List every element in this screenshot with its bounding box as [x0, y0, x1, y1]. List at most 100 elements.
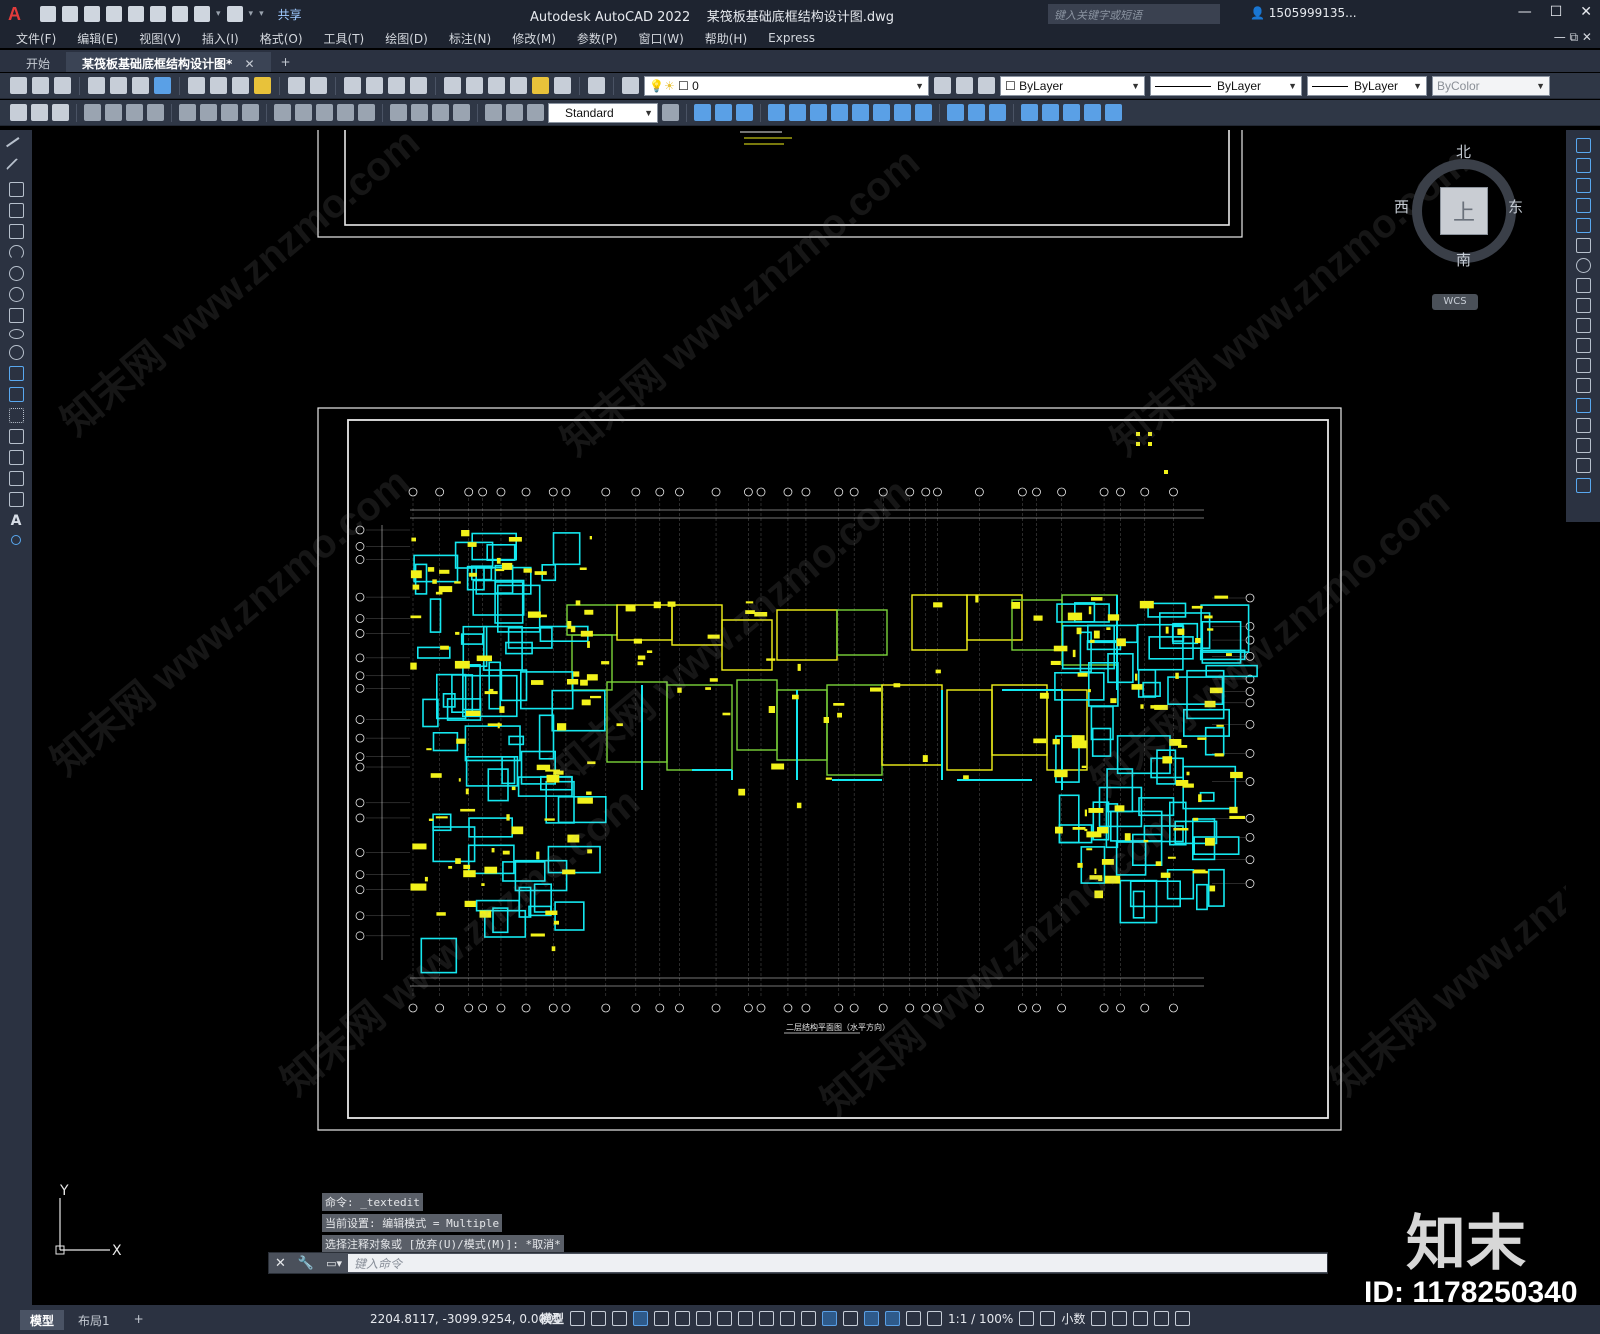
menu-format[interactable]: 格式(O) [260, 30, 303, 47]
menu-draw[interactable]: 绘图(D) [385, 30, 428, 47]
close-command-line-icon[interactable]: ✕ [275, 1256, 286, 1271]
make-current-layer-icon[interactable] [934, 77, 951, 94]
radius-dimension-icon[interactable] [179, 104, 196, 121]
edit-polyline-icon[interactable] [1084, 104, 1101, 121]
diameter-dimension-icon[interactable] [221, 104, 238, 121]
redo-caret-icon[interactable]: ▾ [249, 9, 254, 19]
point-icon[interactable] [8, 408, 24, 423]
edit-spline-icon[interactable] [1105, 104, 1122, 121]
ellipse-arc-icon[interactable] [8, 345, 24, 360]
explode-icon[interactable] [1063, 104, 1080, 121]
customization-icon[interactable] [1175, 1311, 1191, 1326]
offset-icon[interactable] [1575, 198, 1591, 213]
construction-line-icon[interactable] [5, 157, 27, 180]
grid-icon[interactable] [570, 1311, 586, 1326]
recent-commands-icon[interactable]: ▭▾ [326, 1257, 342, 1270]
paste-icon[interactable] [232, 77, 249, 94]
save-icon[interactable] [54, 77, 71, 94]
stretch-icon[interactable] [1575, 298, 1591, 313]
quick-dimension-icon[interactable] [274, 104, 291, 121]
join-icon[interactable] [1575, 398, 1591, 413]
new-file-icon[interactable] [40, 6, 56, 22]
plotstyle-dropdown[interactable]: ByColor ▼ [1432, 75, 1550, 96]
xref-icon[interactable] [31, 104, 48, 121]
center-mark-icon[interactable] [411, 104, 428, 121]
menu-insert[interactable]: 插入(I) [202, 30, 239, 47]
annotation-visibility-icon[interactable] [885, 1311, 901, 1326]
annotation-monitor-icon[interactable] [1040, 1311, 1056, 1326]
dimension-style-icon[interactable] [662, 104, 679, 121]
array-icon[interactable] [789, 104, 806, 121]
array-icon[interactable] [1575, 218, 1591, 233]
fillet-icon[interactable] [1575, 438, 1591, 453]
sheet-set-icon[interactable] [510, 77, 527, 94]
print-icon[interactable] [88, 77, 105, 94]
extend-icon[interactable] [1575, 338, 1591, 353]
properties-icon[interactable] [444, 77, 461, 94]
compass-north[interactable]: 北 [1456, 141, 1471, 162]
scale-icon[interactable] [852, 104, 869, 121]
cursor-coordinates[interactable]: 2204.8117, -3099.9254, 0.0000 [370, 1312, 561, 1326]
design-center-icon[interactable] [466, 77, 483, 94]
rotate-icon[interactable] [831, 104, 848, 121]
linear-dimension-icon[interactable] [84, 104, 101, 121]
blend-icon[interactable] [1042, 104, 1059, 121]
command-input[interactable]: 键入命令 [348, 1254, 1327, 1272]
dimension-space-icon[interactable] [337, 104, 354, 121]
color-dropdown[interactable]: ☐ ByLayer ▼ [1000, 75, 1145, 96]
tab-model[interactable]: 模型 [20, 1309, 65, 1330]
layer-dropdown[interactable]: 💡☀ ☐ 0 ▼ [644, 75, 929, 96]
layer-states-icon[interactable] [978, 77, 995, 94]
dimension-update-icon[interactable] [527, 104, 544, 121]
open-from-web-icon[interactable] [128, 6, 144, 22]
tab-close-icon[interactable]: ✕ [244, 57, 254, 71]
snap-icon[interactable] [591, 1311, 607, 1326]
tab-drawing[interactable]: 某筏板基础底框结构设计图* ✕ [66, 52, 271, 72]
print-preview-icon[interactable] [110, 77, 127, 94]
trim-icon[interactable] [894, 104, 911, 121]
gizmo-icon[interactable] [864, 1311, 880, 1326]
chamfer-icon[interactable] [989, 104, 1006, 121]
autocad-logo-icon[interactable]: A [8, 3, 30, 25]
add-layout-button[interactable]: + [124, 1310, 154, 1330]
extend-icon[interactable] [915, 104, 932, 121]
menu-view[interactable]: 视图(V) [139, 30, 181, 47]
hatch-icon[interactable] [8, 429, 24, 444]
menu-dimension[interactable]: 标注(N) [449, 30, 491, 47]
mirror-icon[interactable] [736, 104, 753, 121]
annotation-scale-value[interactable]: 1:1 / 100% [948, 1312, 1013, 1326]
isolate-objects-icon[interactable] [1112, 1311, 1128, 1326]
compass-south[interactable]: 南 [1456, 249, 1471, 270]
lineweight-dropdown[interactable]: ByLayer ▼ [1307, 75, 1427, 96]
dimension-break-icon[interactable] [358, 104, 375, 121]
revision-cloud-icon[interactable] [8, 287, 24, 302]
make-block-icon[interactable] [8, 387, 24, 402]
erase-icon[interactable] [694, 104, 711, 121]
cut-icon[interactable] [188, 77, 205, 94]
menu-express[interactable]: Express [768, 31, 815, 45]
refedit-icon[interactable] [10, 104, 27, 121]
model-space-button[interactable]: 模型 [540, 1310, 564, 1327]
gradient-icon[interactable] [8, 450, 24, 465]
layer-previous-icon[interactable] [956, 77, 973, 94]
multiline-text-icon[interactable]: A [11, 513, 22, 529]
line-icon[interactable] [5, 137, 27, 158]
ordinate-dimension-icon[interactable] [147, 104, 164, 121]
menu-edit[interactable]: 编辑(E) [77, 30, 118, 47]
menu-modify[interactable]: 修改(M) [512, 30, 556, 47]
object-snap-tracking-icon[interactable] [696, 1311, 712, 1326]
transparency-icon[interactable] [759, 1311, 775, 1326]
minimize-button[interactable]: — [1518, 4, 1532, 20]
search-input[interactable]: 键入关键字或短语 [1048, 4, 1220, 24]
pan-icon[interactable] [344, 77, 361, 94]
menu-file[interactable]: 文件(F) [16, 30, 56, 47]
lineweight-icon[interactable] [738, 1311, 754, 1326]
units-value[interactable]: 小数 [1061, 1310, 1085, 1327]
chamfer-icon[interactable] [1575, 418, 1591, 433]
rotate-icon[interactable] [1575, 258, 1591, 273]
dimension-text-edit-icon[interactable] [506, 104, 523, 121]
menu-tools[interactable]: 工具(T) [324, 30, 365, 47]
user-account[interactable]: 👤 1505999135... [1250, 6, 1357, 20]
undo-caret-icon[interactable]: ▾ [216, 9, 221, 19]
share-button[interactable]: 共享 [278, 6, 302, 23]
